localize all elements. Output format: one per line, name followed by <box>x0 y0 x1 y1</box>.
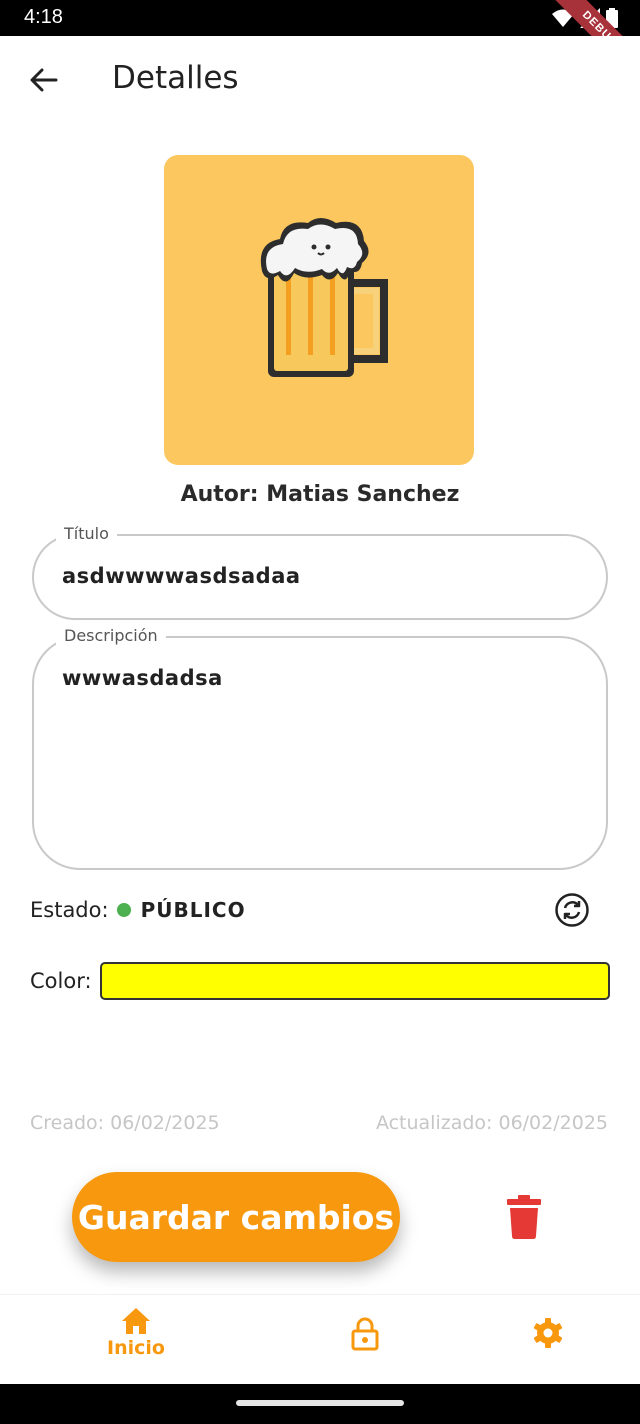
title-field[interactable]: Título asdwwwwasdsadaa <box>32 524 608 620</box>
bottom-navigation: Inicio <box>0 1294 640 1384</box>
home-gesture-handle[interactable] <box>236 1400 404 1406</box>
status-value: PÚBLICO <box>140 898 246 922</box>
delete-button[interactable] <box>500 1192 548 1242</box>
status-time: 4:18 <box>24 6 63 28</box>
nav-item-home-label: Inicio <box>107 1337 165 1359</box>
arrow-left-icon <box>30 68 58 92</box>
gesture-bar <box>0 1384 640 1424</box>
author-label: Autor: Matias Sanchez <box>180 482 460 507</box>
title-field-label: Título <box>56 524 117 543</box>
home-icon <box>122 1308 150 1334</box>
color-row: Color: <box>30 962 610 1000</box>
description-field-value[interactable]: wwwasdadsa <box>62 666 223 690</box>
updated-date: Actualizado: 06/02/2025 <box>375 1112 608 1134</box>
details-screen: Detalles Autor: Matias Sanchez Título as… <box>0 36 640 1384</box>
color-swatch[interactable] <box>99 962 610 1000</box>
color-label: Color: <box>30 969 92 993</box>
status-dot <box>116 903 131 917</box>
title-field-value[interactable]: asdwwwwasdsadaa <box>62 564 301 588</box>
status-label: Estado: <box>30 898 109 922</box>
app-bar: Detalles <box>0 36 640 124</box>
nav-item-settings[interactable] <box>523 1317 573 1349</box>
save-button[interactable]: Guardar cambios <box>72 1172 400 1262</box>
status-bar: 4:18 DEBUG <box>0 0 640 87</box>
status-row: Estado: PÚBLICO <box>30 892 590 928</box>
trash-icon <box>507 1195 541 1239</box>
sync-icon <box>555 893 589 927</box>
dates-row: Creado: 06/02/2025 Actualizado: 06/02/20… <box>30 1112 608 1134</box>
cover-image <box>164 155 474 465</box>
page-title: Detalles <box>112 60 239 96</box>
gear-icon <box>533 1318 563 1348</box>
beer-mug-icon <box>260 218 388 377</box>
toggle-visibility-button[interactable] <box>554 892 590 928</box>
lock-icon <box>351 1317 379 1351</box>
back-button[interactable] <box>22 58 66 102</box>
description-field-label: Descripción <box>56 626 166 645</box>
created-date: Creado: 06/02/2025 <box>30 1112 220 1134</box>
nav-item-home[interactable]: Inicio <box>96 1307 176 1359</box>
description-field[interactable]: Descripción wwwasdadsa <box>32 626 608 870</box>
nav-item-lock[interactable] <box>340 1317 390 1351</box>
